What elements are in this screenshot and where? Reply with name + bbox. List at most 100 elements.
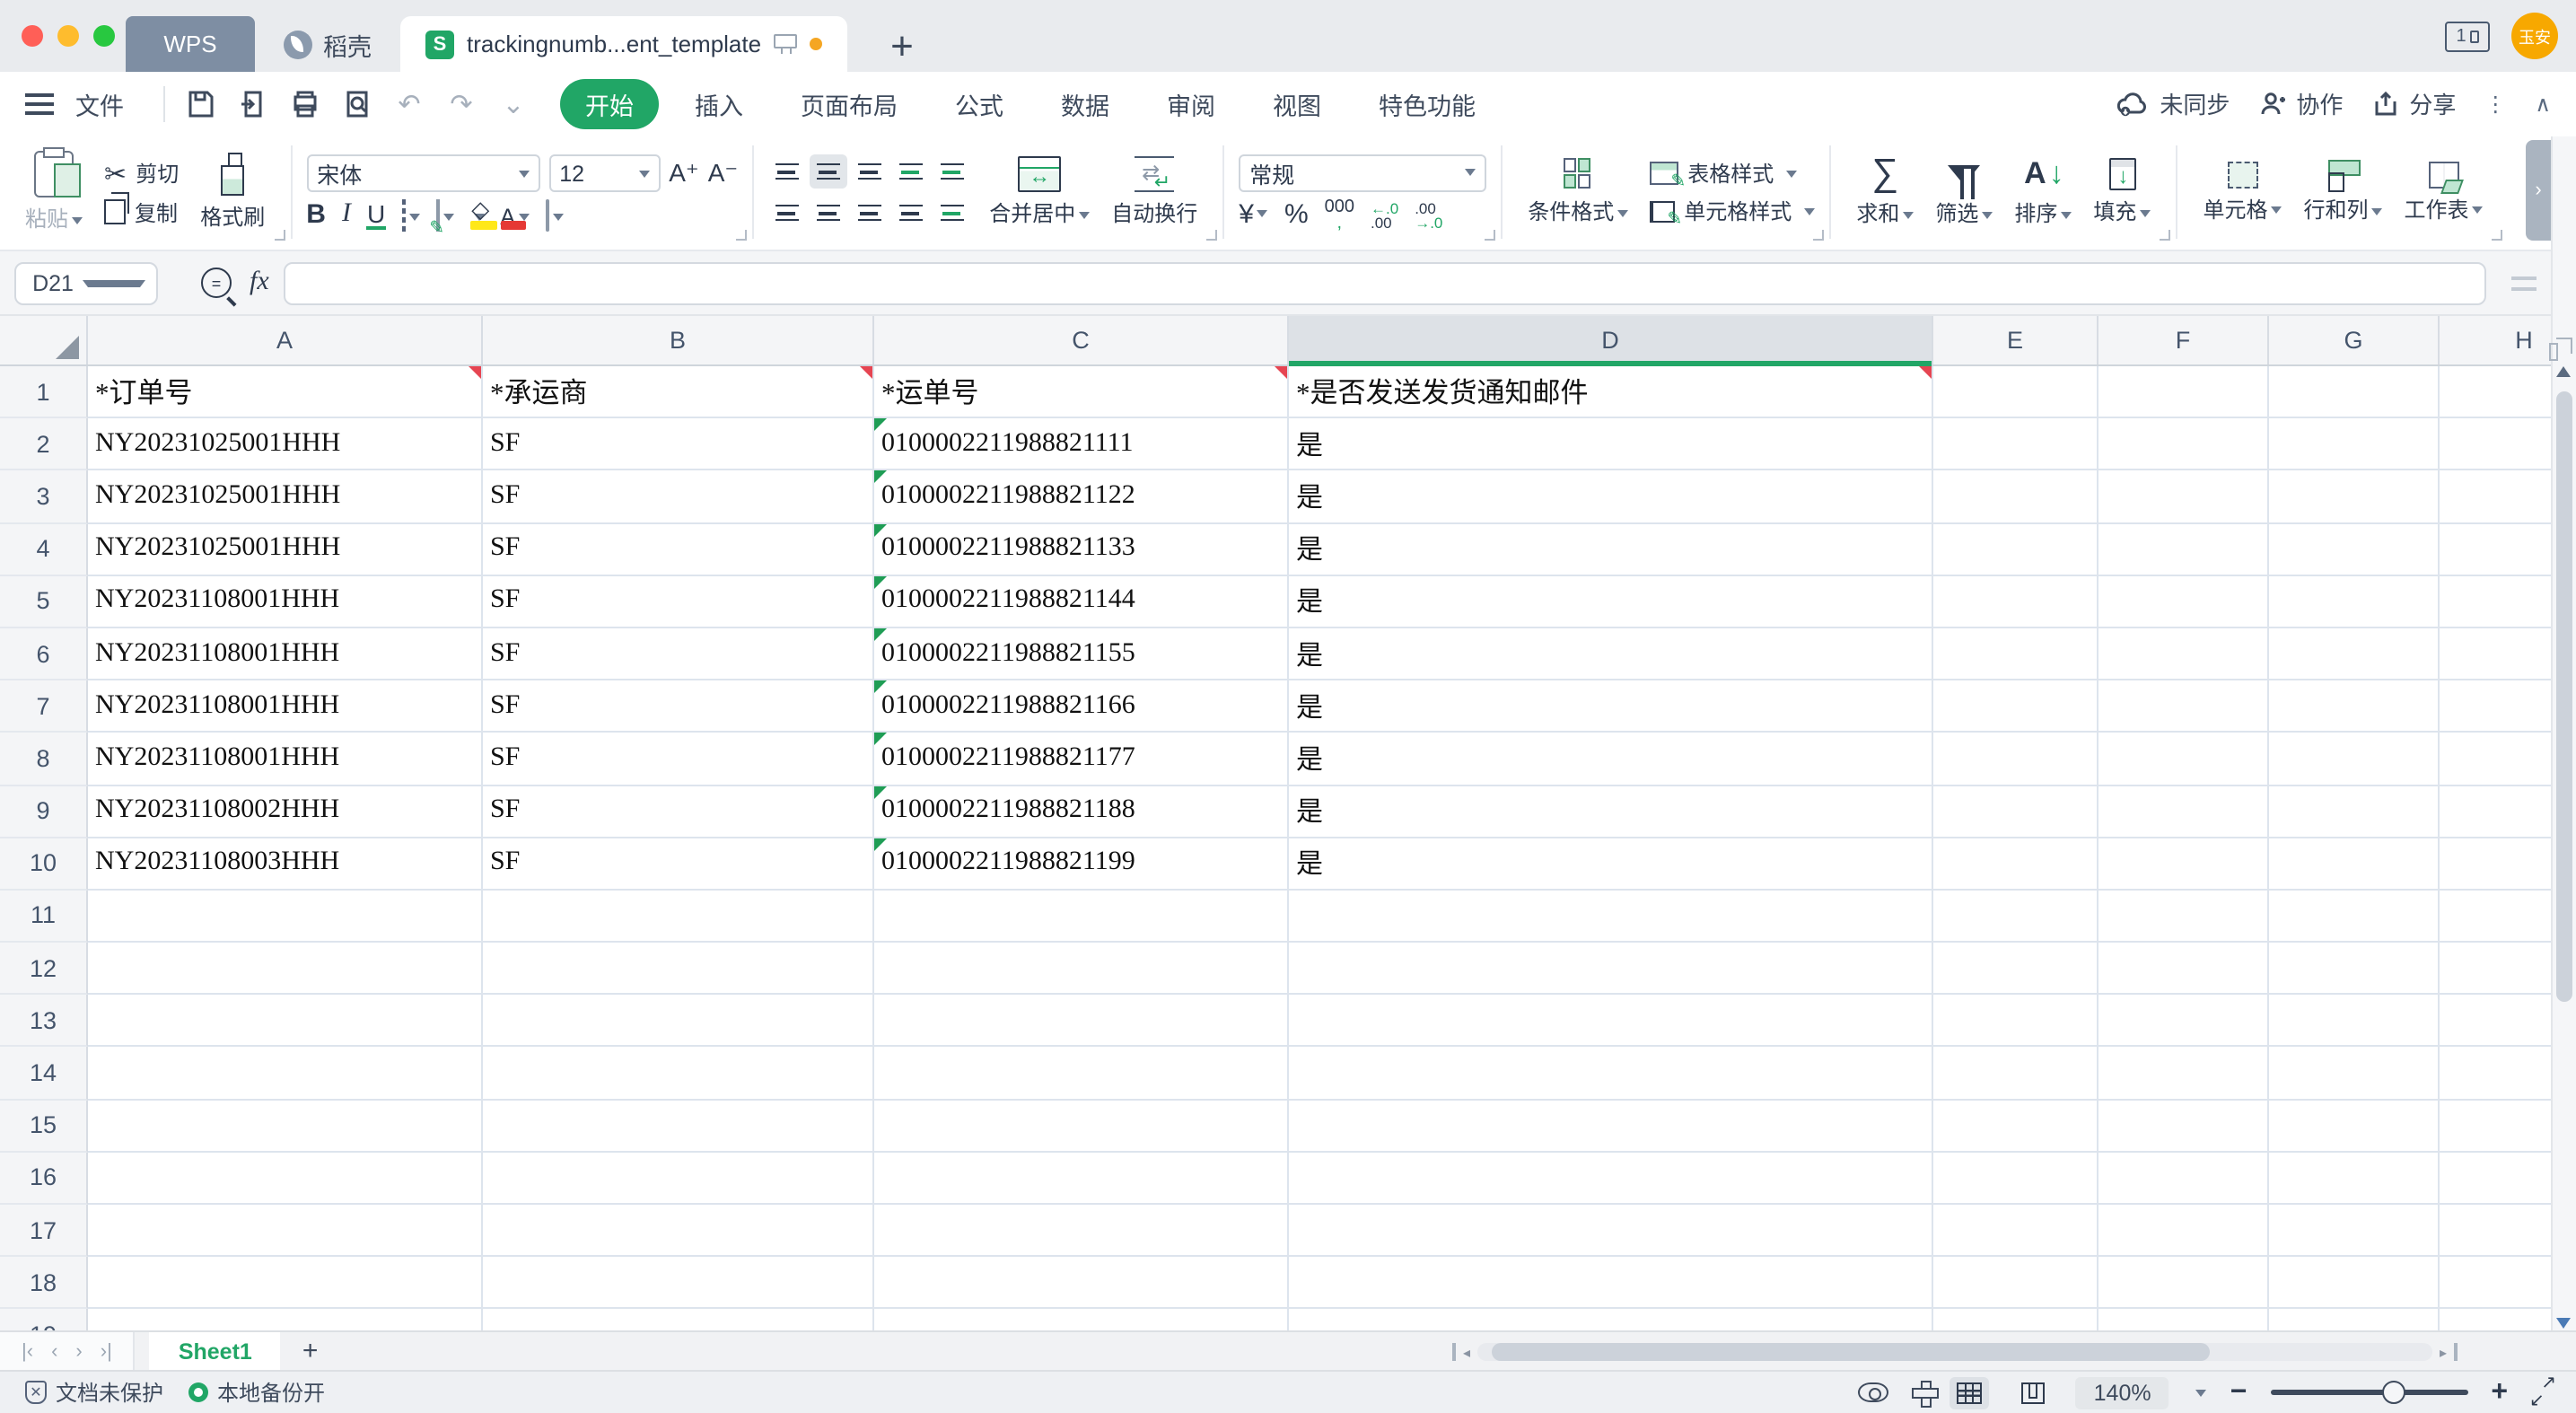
cell-G6[interactable] xyxy=(2269,628,2440,680)
cell-C4[interactable]: 0100002211988821133 xyxy=(874,523,1289,575)
cell-F5[interactable] xyxy=(2098,576,2269,628)
cell-D5[interactable]: 是 xyxy=(1289,576,1933,628)
cell-E19[interactable] xyxy=(1933,1310,2098,1330)
row-header-3[interactable]: 3 xyxy=(0,471,88,523)
scroll-left-arrow[interactable]: ◂ xyxy=(1463,1344,1470,1360)
cell-G2[interactable] xyxy=(2269,418,2440,470)
zoom-slider[interactable] xyxy=(2270,1390,2467,1395)
cell-A11[interactable] xyxy=(88,891,483,943)
cells-button[interactable]: 单元格 xyxy=(2192,161,2292,224)
tab-insert[interactable]: 插入 xyxy=(673,78,765,128)
fullscreen-icon[interactable] xyxy=(2531,1381,2554,1404)
row-header-15[interactable]: 15 xyxy=(0,1100,88,1152)
italic-button[interactable]: I xyxy=(342,199,351,230)
cell-F8[interactable] xyxy=(2098,733,2269,785)
name-box[interactable]: D21 xyxy=(14,261,158,304)
cell-B1[interactable]: *承运商 xyxy=(483,366,874,418)
increase-decimal-button[interactable]: ←.0.00 xyxy=(1371,200,1398,229)
print-button[interactable] xyxy=(284,82,327,125)
cell-B16[interactable] xyxy=(483,1153,874,1205)
cell-D2[interactable]: 是 xyxy=(1289,418,1933,470)
increase-indent-button[interactable] xyxy=(933,154,971,189)
cell-D4[interactable]: 是 xyxy=(1289,523,1933,575)
cell-F7[interactable] xyxy=(2098,680,2269,733)
formula-bar-resize-handle[interactable] xyxy=(2511,276,2537,290)
vertical-scrollbar-thumb[interactable] xyxy=(2556,391,2572,1002)
sum-button[interactable]: ∑ 求和 xyxy=(1845,156,1924,228)
minimize-window-button[interactable] xyxy=(57,25,79,47)
cell-D12[interactable] xyxy=(1289,943,1933,995)
row-header-1[interactable]: 1 xyxy=(0,366,88,418)
cell-C8[interactable]: 0100002211988821177 xyxy=(874,733,1289,785)
row-header-8[interactable]: 8 xyxy=(0,733,88,785)
tab-page-layout[interactable]: 页面布局 xyxy=(779,78,919,128)
column-header-F[interactable]: F xyxy=(2098,316,2269,364)
page-break-view-button[interactable] xyxy=(2013,1376,2053,1409)
cell-G3[interactable] xyxy=(2269,471,2440,523)
justify-button[interactable] xyxy=(892,196,930,230)
cell-A17[interactable] xyxy=(88,1205,483,1257)
cell-A6[interactable]: NY20231108001HHH xyxy=(88,628,483,680)
cell-B12[interactable] xyxy=(483,943,874,995)
cell-C2[interactable]: 0100002211988821111 xyxy=(874,418,1289,470)
cut-button[interactable]: ✂剪切 xyxy=(104,157,179,189)
cell-E1[interactable] xyxy=(1933,366,2098,418)
undo-button[interactable]: ↶ xyxy=(388,82,431,125)
sidebar-layout-icon[interactable] xyxy=(2556,338,2572,354)
expand-panel-button[interactable]: › xyxy=(2526,140,2551,241)
cell-C14[interactable] xyxy=(874,1048,1289,1100)
cell-G9[interactable] xyxy=(2269,785,2440,838)
zoom-slider-knob[interactable] xyxy=(2383,1380,2406,1403)
local-backup-status[interactable]: 本地备份开 xyxy=(188,1377,325,1408)
cell-B13[interactable] xyxy=(483,996,874,1048)
cell-style-button[interactable]: 单元格样式 xyxy=(1650,196,1815,226)
first-sheet-button[interactable]: |‹ xyxy=(22,1340,33,1362)
cell-A18[interactable] xyxy=(88,1257,483,1309)
cell-D7[interactable]: 是 xyxy=(1289,680,1933,733)
cell-B10[interactable]: SF xyxy=(483,838,874,890)
cell-G19[interactable] xyxy=(2269,1310,2440,1330)
cell-D18[interactable] xyxy=(1289,1257,1933,1309)
zoom-out-button[interactable]: − xyxy=(2230,1376,2247,1409)
cell-B5[interactable]: SF xyxy=(483,576,874,628)
cell-F4[interactable] xyxy=(2098,523,2269,575)
cell-F6[interactable] xyxy=(2098,628,2269,680)
collapse-ribbon-icon[interactable]: ∧ xyxy=(2535,91,2551,116)
cell-E16[interactable] xyxy=(1933,1153,2098,1205)
cell-A15[interactable] xyxy=(88,1100,483,1152)
row-header-11[interactable]: 11 xyxy=(0,891,88,943)
row-header-18[interactable]: 18 xyxy=(0,1257,88,1309)
cell-B11[interactable] xyxy=(483,891,874,943)
row-header-4[interactable]: 4 xyxy=(0,523,88,575)
cell-H6[interactable] xyxy=(2440,628,2551,680)
cell-E17[interactable] xyxy=(1933,1205,2098,1257)
cell-E6[interactable] xyxy=(1933,628,2098,680)
horizontal-scrollbar-thumb[interactable] xyxy=(1492,1343,2210,1361)
cell-F15[interactable] xyxy=(2098,1100,2269,1152)
cell-F14[interactable] xyxy=(2098,1048,2269,1100)
vertical-scrollbar[interactable] xyxy=(2556,366,2572,1329)
font-color-button[interactable]: A xyxy=(500,200,530,229)
cell-H12[interactable] xyxy=(2440,943,2551,995)
borders-button[interactable] xyxy=(401,200,419,229)
cell-H3[interactable] xyxy=(2440,471,2551,523)
menu-file[interactable]: 文件 xyxy=(75,85,124,121)
cell-G7[interactable] xyxy=(2269,680,2440,733)
cell-G15[interactable] xyxy=(2269,1100,2440,1152)
tab-data[interactable]: 数据 xyxy=(1039,78,1131,128)
sheet-tab-sheet1[interactable]: Sheet1 xyxy=(150,1332,281,1370)
cell-G4[interactable] xyxy=(2269,523,2440,575)
cell-C1[interactable]: *运单号 xyxy=(874,366,1289,418)
cell-F13[interactable] xyxy=(2098,996,2269,1048)
cell-H1[interactable] xyxy=(2440,366,2551,418)
cell-A10[interactable]: NY20231108003HHH xyxy=(88,838,483,890)
cell-H4[interactable] xyxy=(2440,523,2551,575)
cell-C10[interactable]: 0100002211988821199 xyxy=(874,838,1289,890)
align-top-button[interactable] xyxy=(768,154,806,189)
column-header-D[interactable]: D xyxy=(1289,316,1933,364)
print-preview-button[interactable] xyxy=(336,82,379,125)
column-header-G[interactable]: G xyxy=(2269,316,2440,364)
align-left-button[interactable] xyxy=(768,196,806,230)
account-avatar[interactable]: 玉安 xyxy=(2511,13,2558,59)
cell-F2[interactable] xyxy=(2098,418,2269,470)
